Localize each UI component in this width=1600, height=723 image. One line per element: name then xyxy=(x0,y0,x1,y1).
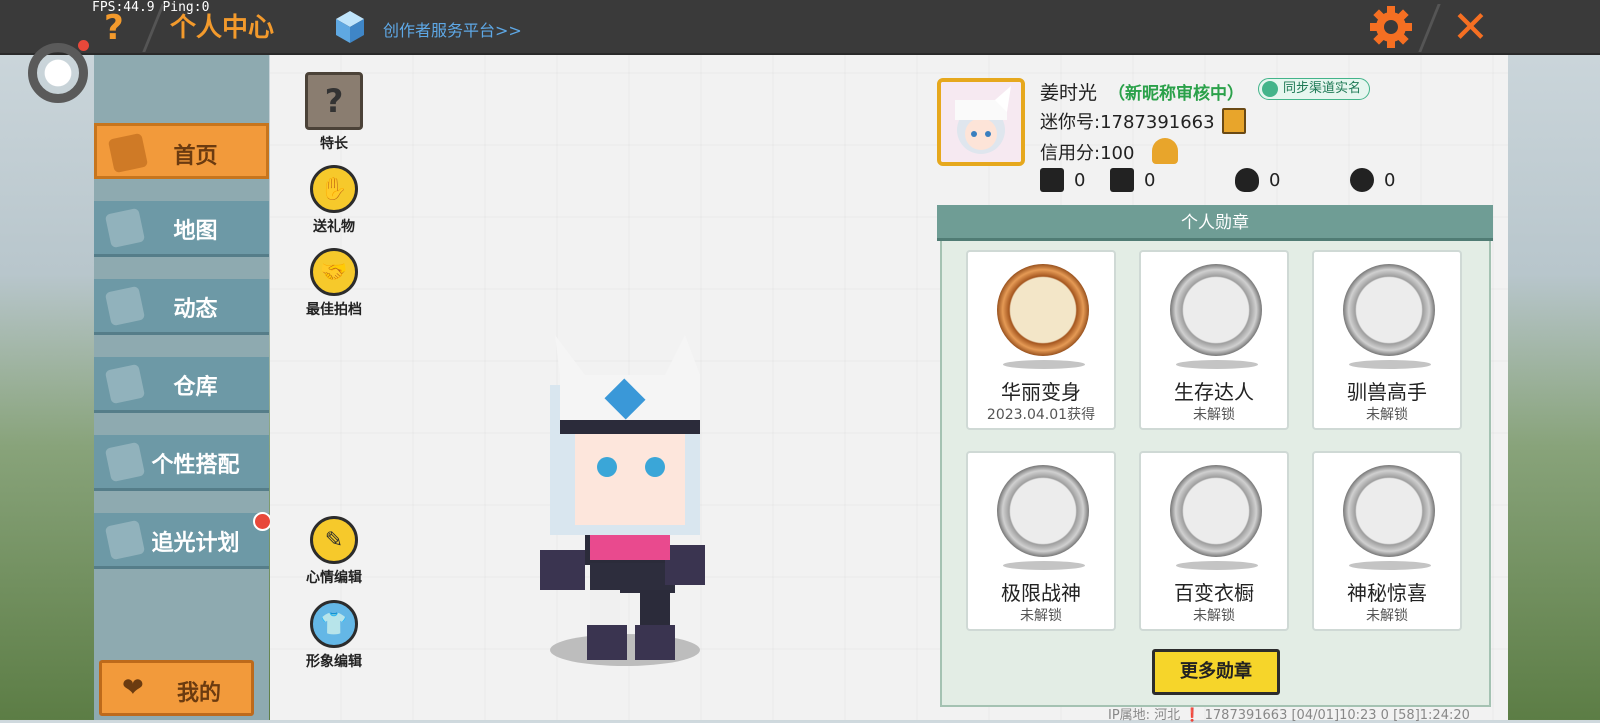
mine-label: 我的 xyxy=(177,681,222,706)
gear-icon[interactable] xyxy=(1368,4,1414,50)
specialty-button[interactable]: ? 特长 xyxy=(294,72,374,153)
badge-status: 未解锁 xyxy=(1020,608,1062,624)
likes-stat[interactable]: 0 xyxy=(1350,168,1395,192)
badge-name: 生存达人 xyxy=(1174,380,1254,404)
sidebar-item-feed[interactable]: 动态 xyxy=(94,279,269,335)
fans-icon xyxy=(1110,168,1134,192)
badge-status: 2023.04.01获得 xyxy=(986,407,1096,423)
transform-medal-icon xyxy=(997,264,1089,356)
boss-medal-icon xyxy=(997,465,1089,557)
badge-card[interactable]: 百变衣橱 未解锁 xyxy=(1139,451,1289,631)
badge-name: 百变衣橱 xyxy=(1174,581,1254,605)
edit-icon: ✎ xyxy=(310,516,358,564)
stat-value: 0 xyxy=(1269,169,1281,191)
sidebar-item-map[interactable]: 地图 xyxy=(94,201,269,257)
badge-name: 华丽变身 xyxy=(1001,380,1081,404)
cube-icon[interactable] xyxy=(335,10,365,44)
sidebar-item-label: 追光计划 xyxy=(151,531,240,556)
campfire-medal-icon xyxy=(1170,264,1262,356)
medal-shadow xyxy=(1176,360,1258,369)
heart-icon: ❤ xyxy=(122,673,144,703)
mood-edit-button[interactable]: ✎ 心情编辑 xyxy=(294,516,374,587)
sidebar-item-outfit[interactable]: 个性搭配 xyxy=(94,435,269,491)
sidebar-item-home[interactable]: 首页 xyxy=(94,123,269,179)
help-icon[interactable]: ? xyxy=(104,8,124,48)
badge-card[interactable]: 驯兽高手 未解锁 xyxy=(1312,250,1462,430)
medal-shadow xyxy=(1003,360,1085,369)
badges-header: 个人勋章 xyxy=(937,205,1493,241)
sidebar-item-label: 动态 xyxy=(173,297,218,322)
footer-info: IP属地: 河北 ❗ 1787391663 [04/01]10:23 0 [58… xyxy=(1108,708,1470,723)
page-title: 个人中心 xyxy=(170,13,275,43)
badge-card[interactable]: 生存达人 未解锁 xyxy=(1139,250,1289,430)
gift-box-medal-icon xyxy=(1343,465,1435,557)
creator-platform-link[interactable]: 创作者服务平台>> xyxy=(383,17,522,41)
copy-icon[interactable] xyxy=(1222,108,1246,134)
badge-card[interactable]: 神秘惊喜 未解锁 xyxy=(1312,451,1462,631)
badge-name: 驯兽高手 xyxy=(1347,380,1427,404)
fans-stat[interactable]: 0 xyxy=(1110,168,1155,192)
badge-card[interactable]: 极限战神 未解锁 xyxy=(966,451,1116,631)
more-badges-button[interactable]: 更多勋章 xyxy=(1152,649,1280,695)
image-edit-label: 形象编辑 xyxy=(306,654,362,670)
popularity-stat[interactable]: 0 xyxy=(1235,168,1280,192)
gift-icon: ✋ xyxy=(310,165,358,213)
partner-label: 最佳拍档 xyxy=(306,302,362,318)
medal-shadow xyxy=(1349,360,1431,369)
shirt-icon: 👕 xyxy=(310,600,358,648)
wardrobe-medal-icon xyxy=(1170,465,1262,557)
stat-value: 0 xyxy=(1074,169,1086,191)
notification-dot xyxy=(78,40,89,51)
player-avatar xyxy=(540,335,705,666)
stat-value: 0 xyxy=(1144,169,1156,191)
question-box-icon: ? xyxy=(305,72,363,130)
gift-label: 送礼物 xyxy=(313,219,355,235)
badge-status: 未解锁 xyxy=(1366,407,1408,423)
nickname-review-status: （新昵称审核中） xyxy=(1108,84,1244,104)
badge-status: 未解锁 xyxy=(1366,608,1408,624)
beast-tamer-medal-icon xyxy=(1343,264,1435,356)
medal-shadow xyxy=(1003,561,1085,570)
close-icon[interactable]: ✕ xyxy=(1452,2,1489,53)
badge-name: 神秘惊喜 xyxy=(1347,581,1427,605)
badge-card[interactable]: 华丽变身 2023.04.01获得 xyxy=(966,250,1116,430)
player-name: 姜时光 xyxy=(1040,82,1098,104)
badge-name: 极限战神 xyxy=(1001,581,1081,605)
avatar[interactable] xyxy=(937,78,1025,166)
sidebar-item-light-plan[interactable]: 追光计划 xyxy=(94,513,269,569)
question-mark: ? xyxy=(324,82,344,120)
sync-realname-badge[interactable]: 同步渠道实名 xyxy=(1258,78,1371,100)
specialty-label: 特长 xyxy=(320,136,348,152)
send-gift-button[interactable]: ✋ 送礼物 xyxy=(294,165,374,236)
sidebar-item-label: 个性搭配 xyxy=(151,453,240,478)
best-partner-button[interactable]: 🤝 最佳拍档 xyxy=(294,248,374,319)
credit-score: 信用分:100 xyxy=(1040,143,1135,164)
badge-status: 未解锁 xyxy=(1193,407,1235,423)
stat-value: 0 xyxy=(1384,169,1396,191)
floating-menu-icon[interactable] xyxy=(28,43,88,103)
mine-button[interactable]: ❤ 我的 xyxy=(99,660,254,716)
credit-info-icon[interactable] xyxy=(1152,138,1178,164)
mini-id: 迷你号:1787391663 xyxy=(1040,112,1215,133)
sidebar-item-label: 仓库 xyxy=(173,375,218,400)
handshake-icon: 🤝 xyxy=(310,248,358,296)
sidebar-item-label: 首页 xyxy=(173,144,218,169)
badge-status: 未解锁 xyxy=(1193,608,1235,624)
bookmark-plus-icon xyxy=(1040,168,1064,192)
image-edit-button[interactable]: 👕 形象编辑 xyxy=(294,600,374,671)
sidebar-item-warehouse[interactable]: 仓库 xyxy=(94,357,269,413)
flame-icon xyxy=(1235,168,1259,192)
hearts-icon xyxy=(1350,168,1374,192)
bookmark-stat[interactable]: 0 xyxy=(1040,168,1085,192)
medal-shadow xyxy=(1349,561,1431,570)
mood-edit-label: 心情编辑 xyxy=(306,570,362,586)
sidebar-item-label: 地图 xyxy=(173,219,218,244)
medal-shadow xyxy=(1176,561,1258,570)
